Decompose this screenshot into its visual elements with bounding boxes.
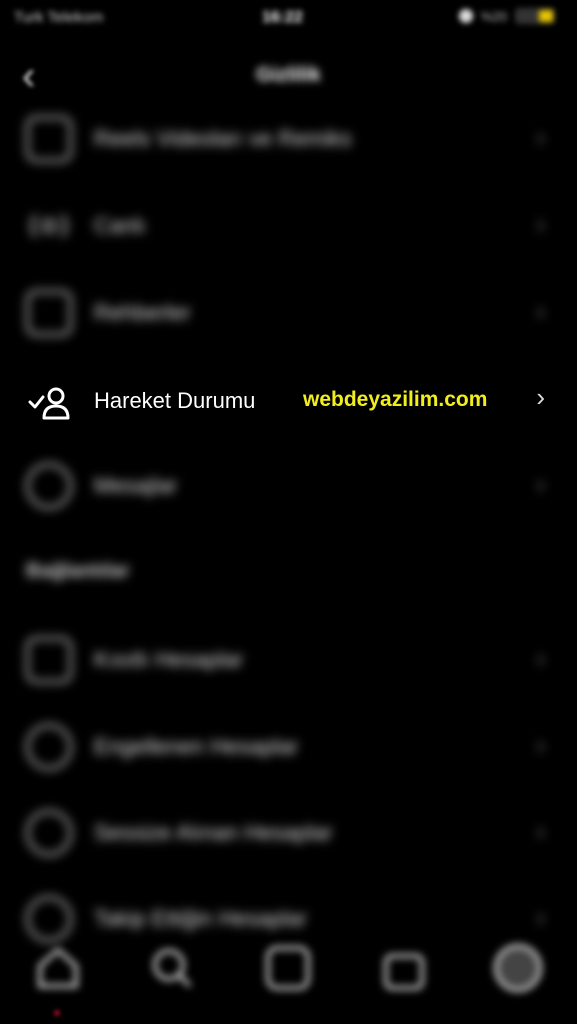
reels-icon [26,116,72,162]
list-item-label: Canlı [94,213,146,238]
shop-icon[interactable] [378,942,430,994]
list-item-live[interactable]: Canlı › [0,195,577,255]
chevron-right-icon: › [536,816,545,846]
list-item-activity-status[interactable]: Hareket Durumu webdeyazilim.com › [0,368,577,428]
activity-status-icon [26,376,72,422]
status-icons: %20 [458,8,555,24]
list-item-label: Reels Videoları ve Remiks [94,126,352,151]
chevron-right-icon: › [536,469,545,499]
chevron-right-icon: › [536,296,545,326]
list-item-label: Kısıtlı Hesaplar [94,647,244,672]
chevron-right-icon: › [536,730,545,760]
profile-icon[interactable] [492,942,544,994]
guides-icon [26,290,72,336]
muted-icon [26,810,72,856]
notification-dot [54,1010,60,1016]
messages-icon [26,463,72,509]
reels-icon[interactable] [262,942,314,994]
restricted-icon [26,637,72,683]
page-title: Gizlilik [256,64,321,86]
section-title: Bağlantılar [26,560,130,582]
status-bar: Turk Telekom 16:22 %20 [0,0,577,40]
chevron-right-icon: › [536,382,545,412]
search-icon[interactable] [146,942,198,994]
list-item-muted[interactable]: Sessize Alınan Hesaplar › [0,802,577,862]
orientation-lock-icon [458,9,473,23]
live-icon [26,203,72,249]
list-item-label: Engellenen Hesaplar [94,734,299,759]
clock: 16:22 [262,9,303,26]
chevron-right-icon: › [536,122,545,152]
carrier-label: Turk Telekom [14,9,104,26]
list-item-guides[interactable]: Rehberler › [0,282,577,342]
list-item-reels[interactable]: Reels Videoları ve Remiks › [0,108,577,168]
battery-icon [515,8,555,24]
blocked-icon [26,724,72,770]
battery-percent: %20 [480,8,507,24]
list-item-label: Hareket Durumu [94,388,256,413]
nav-header: ‹ Gizlilik [0,52,577,104]
list-item-restricted[interactable]: Kısıtlı Hesaplar › [0,629,577,689]
list-item-blocked[interactable]: Engellenen Hesaplar › [0,716,577,776]
list-item-messages[interactable]: Mesajlar › [0,455,577,515]
list-item-label: Mesajlar [94,473,178,498]
chevron-right-icon: › [536,209,545,239]
list-item-label: Rehberler [94,300,191,325]
watermark-text: webdeyazilim.com [303,388,488,411]
bottom-tab-bar [0,928,577,1024]
list-item-label: Sessize Alınan Hesaplar [94,820,333,845]
chevron-right-icon: › [536,643,545,673]
home-icon[interactable] [32,942,84,994]
